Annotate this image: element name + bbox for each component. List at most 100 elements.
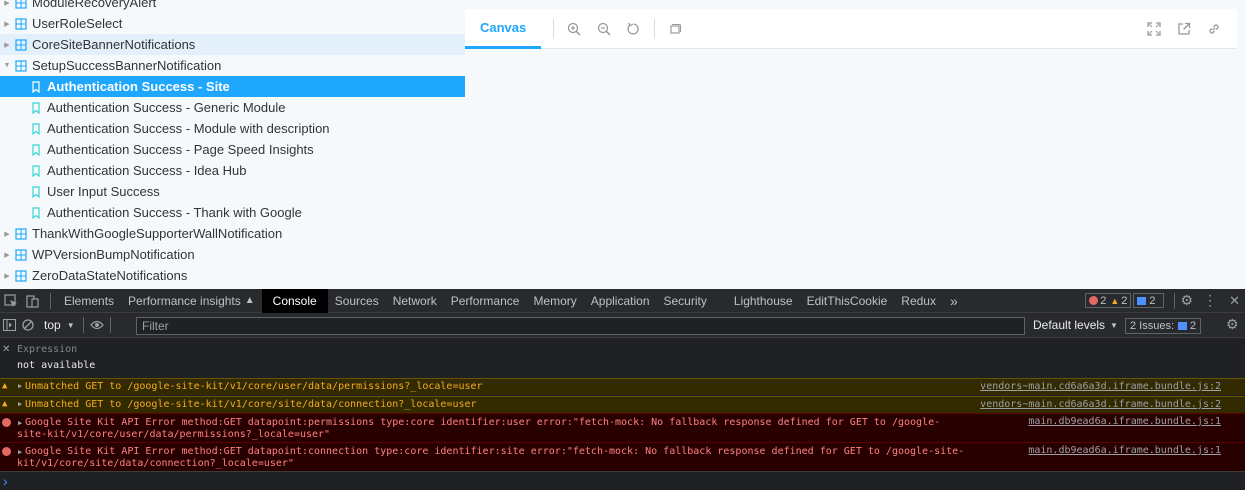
background-icon[interactable] [660,9,690,49]
inspect-element-icon[interactable] [4,293,18,308]
bookmark-icon [31,101,41,114]
copy-link-icon[interactable] [1199,9,1229,49]
tree-item-component[interactable]: ▶ CoreSiteBannerNotifications [0,34,465,55]
clear-console-icon[interactable] [22,319,34,331]
component-icon [15,248,27,261]
message-source-link[interactable]: main.db9ead6a.iframe.bundle.js:1 [1028,445,1221,456]
bookmark-icon [31,164,41,177]
caret-right-icon[interactable]: ▶ [1,251,13,259]
component-icon [15,269,27,282]
tree-item-story[interactable]: Authentication Success - Thank with Goog… [0,202,465,223]
tab-performance[interactable]: Performance [444,289,527,313]
tab-application[interactable]: Application [584,289,657,313]
issues-count: 2 [1190,320,1197,332]
open-new-tab-icon[interactable] [1169,9,1199,49]
component-icon [15,227,27,240]
bookmark-icon [31,122,41,135]
tree-item-label: Authentication Success - Site [47,79,230,94]
tree-item-label: Authentication Success - Page Speed Insi… [47,142,314,157]
tree-item-story[interactable]: Authentication Success - Idea Hub [0,160,465,181]
tab-network[interactable]: Network [386,289,444,313]
tree-item-component[interactable]: ▼ SetupSuccessBannerNotification [0,55,465,76]
tree-item-component[interactable]: ▶ ThankWithGoogleSupporterWallNotificati… [0,223,465,244]
tab-sources[interactable]: Sources [328,289,386,313]
tree-item-label: ThankWithGoogleSupporterWallNotification [32,226,283,241]
tree-item-label: User Input Success [47,184,160,199]
message-source-link[interactable]: vendors~main.cd6a6a3d.iframe.bundle.js:2 [980,381,1221,392]
console-message-error[interactable]: ▶ Google Site Kit API Error method:GET d… [0,442,1245,471]
live-expression-eye-icon[interactable] [89,320,104,330]
expand-arrow-icon[interactable]: ▶ [18,382,22,390]
chevron-down-icon: ▼ [66,320,75,330]
zoom-out-icon[interactable] [589,9,619,49]
message-source-link[interactable]: vendors~main.cd6a6a3d.iframe.bundle.js:2 [980,399,1221,410]
expression-label[interactable]: Expression [17,344,77,355]
message-text: Unmatched GET to /google-site-kit/v1/cor… [25,381,483,392]
issues-button[interactable]: 2 Issues: 2 [1125,318,1202,334]
toolbar-divider [654,18,656,39]
caret-right-icon[interactable]: ▶ [1,230,13,238]
tab-performance-insights[interactable]: Performance insights ▲ [121,289,262,313]
warning-icon: ▲ [2,399,8,409]
preview-toolbar: Canvas [465,9,1237,49]
component-icon [15,38,27,51]
error-icon [2,447,11,456]
caret-right-icon[interactable]: ▶ [1,20,13,28]
tab-security[interactable]: Security [657,289,727,313]
tab-label: Performance insights [128,293,241,308]
caret-down-icon[interactable]: ▼ [1,62,13,69]
tree-item-component[interactable]: ▶ ModuleRecoveryAlert [0,0,465,13]
fullscreen-icon[interactable] [1139,9,1169,49]
caret-right-icon[interactable]: ▶ [1,272,13,280]
expression-value: not available [17,360,96,371]
tree-item-story[interactable]: Authentication Success - Page Speed Insi… [0,139,465,160]
tree-item-story[interactable]: Authentication Success - Generic Module [0,97,465,118]
console-message-error[interactable]: ▶ Google Site Kit API Error method:GET d… [0,413,1245,442]
console-counters[interactable]: 2 ▲ 2 [1085,293,1132,308]
tree-item-story[interactable]: User Input Success [0,181,465,202]
filter-input[interactable]: Filter [136,317,1025,335]
close-icon[interactable]: ✕ [1229,293,1240,309]
tab-redux[interactable]: Redux [894,289,943,313]
settings-gear-icon[interactable]: ⚙ [1181,292,1194,309]
tab-elements[interactable]: Elements [57,289,121,313]
device-toolbar-icon[interactable] [26,294,40,308]
message-icon [1178,322,1188,330]
expand-arrow-icon[interactable]: ▶ [18,400,22,408]
sidebar-toggle-icon[interactable] [3,319,16,331]
tab-editthiscookie[interactable]: EditThisCookie [800,289,895,313]
context-selector[interactable]: top ▼ [44,318,75,332]
tree-item-component[interactable]: ▶ ZeroDataStateNotifications [0,265,465,286]
bookmark-icon [31,80,41,93]
error-count: 2 [1100,294,1107,307]
console-settings-gear-icon[interactable]: ⚙ [1226,316,1239,333]
info-counter[interactable]: 2 [1133,293,1164,308]
tab-canvas[interactable]: Canvas [465,9,542,49]
tab-lighthouse[interactable]: Lighthouse [727,289,800,313]
log-levels-dropdown[interactable]: Default levels ▼ [1033,318,1118,332]
remove-expression-icon[interactable]: ✕ [2,344,10,355]
message-text: Unmatched GET to /google-site-kit/v1/cor… [25,399,477,410]
zoom-in-icon[interactable] [559,9,589,49]
flask-icon: ▲ [244,295,255,306]
reset-zoom-icon[interactable] [619,9,649,49]
tree-item-component[interactable]: ▶ WPVersionBumpNotification [0,244,465,265]
more-options-icon[interactable]: ⋮ [1203,292,1217,309]
tree-item-component[interactable]: ▶ UserRoleSelect [0,13,465,34]
caret-right-icon[interactable]: ▶ [1,41,13,49]
tab-console[interactable]: Console [261,288,328,313]
info-count: 2 [1149,294,1156,307]
tree-item-story[interactable]: Authentication Success - Module with des… [0,118,465,139]
toolbar-divider [553,18,555,39]
console-prompt[interactable]: › [0,471,1245,490]
console-message-warning[interactable]: ▲ ▶ Unmatched GET to /google-site-kit/v1… [0,396,1245,413]
toolbar-divider [82,317,84,333]
tree-item-label: SetupSuccessBannerNotification [32,58,222,73]
tree-item-story-selected[interactable]: Authentication Success - Site [0,76,465,97]
message-source-link[interactable]: main.db9ead6a.iframe.bundle.js:1 [1028,416,1221,427]
console-message-warning[interactable]: ▲ ▶ Unmatched GET to /google-site-kit/v1… [0,378,1245,395]
caret-right-icon[interactable]: ▶ [1,0,13,7]
more-tabs-button[interactable]: » [943,289,965,313]
log-levels-label: Default levels [1033,318,1106,332]
tab-memory[interactable]: Memory [526,289,583,313]
